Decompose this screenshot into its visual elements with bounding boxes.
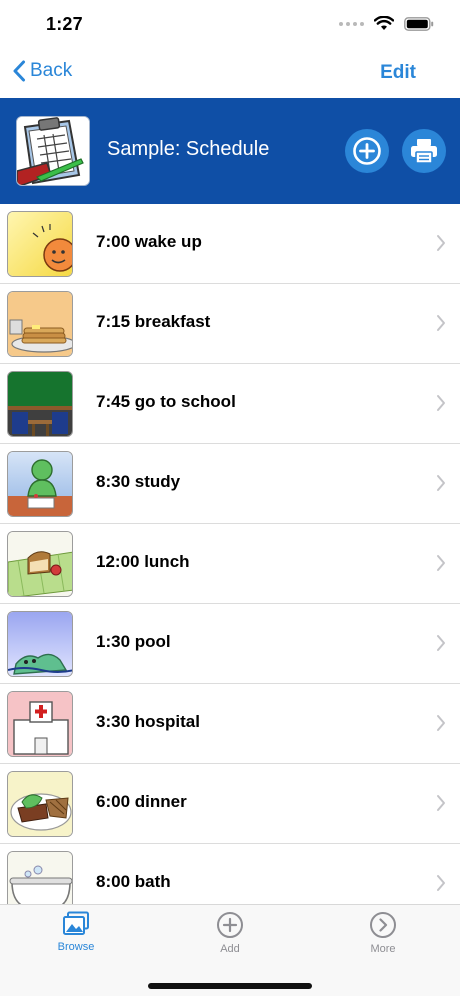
list-item[interactable]: 6:00 dinner: [0, 764, 460, 844]
chevron-right-icon: [437, 315, 445, 331]
list-item-label: 7:00 wake up: [96, 232, 202, 251]
battery-icon: [404, 16, 434, 31]
list-item[interactable]: 12:00 lunch: [0, 524, 460, 604]
cellular-signal-icon: [339, 21, 364, 26]
edit-button[interactable]: Edit: [380, 62, 416, 84]
chevron-right-icon: [437, 635, 445, 651]
chevron-right-icon: [437, 795, 445, 811]
photos-icon: [63, 911, 89, 935]
tab-bar: Browse Add More: [0, 904, 460, 996]
pancakes-icon: [7, 291, 73, 357]
pool-icon: [7, 611, 73, 677]
chevron-right-icon: [437, 475, 445, 491]
back-button-label: Back: [30, 60, 73, 81]
list-item-label: 3:30 hospital: [96, 712, 200, 731]
tab-browse[interactable]: Browse: [26, 911, 126, 965]
list-item-label: 6:00 dinner: [96, 792, 187, 811]
list-item[interactable]: 7:45 go to school: [0, 364, 460, 444]
list-item-label: 8:00 bath: [96, 872, 171, 891]
bathtub-icon: [7, 851, 73, 904]
hospital-icon: [7, 691, 73, 757]
tab-more-label: More: [370, 943, 396, 955]
status-time: 1:27: [46, 14, 83, 34]
chevron-right-icon: [437, 395, 445, 411]
plus-circle-icon: [353, 137, 381, 165]
tab-more[interactable]: More: [333, 911, 433, 965]
chevron-right-icon: [437, 875, 445, 891]
home-indicator[interactable]: [148, 983, 312, 989]
list-item[interactable]: 8:00 bath: [0, 844, 460, 904]
list-item-label: 7:15 breakfast: [96, 312, 211, 331]
list-item[interactable]: 8:30 study: [0, 444, 460, 524]
schedule-title: Sample: Schedule: [107, 138, 270, 160]
tab-browse-label: Browse: [57, 941, 95, 953]
list-item[interactable]: 1:30 pool: [0, 604, 460, 684]
list-item[interactable]: 3:30 hospital: [0, 684, 460, 764]
chevron-circle-icon: [370, 912, 396, 938]
sun-wake-icon: [7, 211, 73, 277]
list-item[interactable]: 7:00 wake up: [0, 204, 460, 284]
chevron-right-icon: [437, 235, 445, 251]
status-icons: [339, 16, 434, 31]
classroom-icon: [7, 371, 73, 437]
schedule-header: Sample: Schedule: [0, 98, 460, 204]
list-item-label: 7:45 go to school: [96, 392, 236, 411]
list-item-label: 12:00 lunch: [96, 552, 190, 571]
status-bar: 1:27: [0, 0, 460, 50]
chevron-left-icon: [13, 60, 25, 82]
dinner-icon: [7, 771, 73, 837]
print-button[interactable]: [402, 129, 446, 173]
study-icon: [7, 451, 73, 517]
list-item[interactable]: 7:15 breakfast: [0, 284, 460, 364]
lunch-icon: [7, 531, 73, 597]
tab-add[interactable]: Add: [180, 911, 280, 965]
navigation-bar: Back Edit: [0, 50, 460, 98]
add-item-button[interactable]: [345, 129, 389, 173]
list-item-label: 8:30 study: [96, 472, 181, 491]
wifi-icon: [374, 16, 394, 30]
printer-icon: [411, 139, 437, 164]
tab-add-label: Add: [220, 943, 240, 955]
schedule-list: 7:00 wake up 7:15 breakfast 7:45 go to s…: [0, 204, 460, 904]
chevron-right-icon: [437, 715, 445, 731]
back-button[interactable]: Back: [12, 60, 72, 82]
chevron-right-icon: [437, 555, 445, 571]
schedule-clipboard-icon: [16, 116, 90, 186]
list-item-label: 1:30 pool: [96, 632, 171, 651]
plus-circle-icon: [217, 912, 243, 938]
